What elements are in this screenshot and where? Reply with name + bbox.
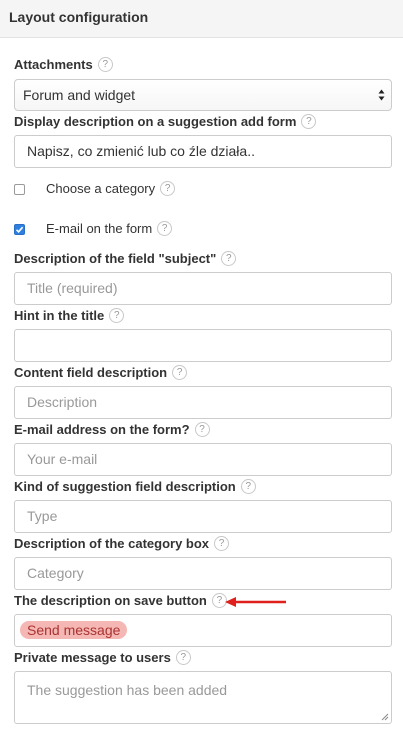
help-icon[interactable]: ? [301, 114, 317, 130]
category-box-input[interactable]: Category [14, 557, 392, 590]
annotation-arrow-icon [225, 597, 286, 607]
choose-category-label: Choose a category? [46, 181, 176, 197]
category-box-label: Description of the category box? [14, 536, 230, 552]
attachments-selected-value: Forum and widget [23, 87, 136, 103]
select-arrows-icon [378, 89, 385, 101]
display-description-input[interactable]: Napisz, co zmienić lub co źle działa.. [14, 135, 392, 168]
subject-description-label: Description of the field "subject"? [14, 251, 237, 267]
resize-handle-icon[interactable] [381, 713, 389, 721]
help-icon[interactable]: ? [157, 221, 173, 237]
help-icon[interactable]: ? [194, 422, 210, 438]
title-hint-input[interactable] [14, 329, 392, 362]
kind-description-label-text: Kind of suggestion field description [14, 479, 236, 494]
save-button-description-input[interactable]: Send message [14, 614, 392, 647]
panel-header: Layout configuration [0, 0, 403, 38]
email-address-label: E-mail address on the form?? [14, 422, 210, 438]
help-icon[interactable]: ? [97, 57, 113, 73]
subject-description-input[interactable]: Title (required) [14, 272, 392, 305]
save-button-description-label-text: The description on save button [14, 593, 207, 608]
choose-category-checkbox[interactable] [14, 184, 25, 195]
help-icon[interactable]: ? [221, 251, 237, 267]
private-message-placeholder: The suggestion has been added [27, 682, 228, 698]
private-message-label-text: Private message to users [14, 650, 171, 665]
attachments-label-text: Attachments [14, 57, 93, 72]
content-description-input[interactable]: Description [14, 386, 392, 419]
panel-title: Layout configuration [9, 9, 149, 25]
email-on-form-checkbox[interactable] [14, 224, 25, 235]
display-description-label-text: Display description on a suggestion add … [14, 114, 297, 129]
highlighted-placeholder: Send message [20, 621, 128, 639]
content-description-label: Content field description? [14, 365, 188, 381]
help-icon[interactable]: ? [240, 479, 256, 495]
email-on-form-label: E-mail on the form? [46, 221, 173, 237]
email-address-label-text: E-mail address on the form? [14, 422, 190, 437]
display-description-label: Display description on a suggestion add … [14, 114, 317, 130]
attachments-label: Attachments? [14, 57, 113, 73]
subject-description-label-text: Description of the field "subject" [14, 251, 217, 266]
email-address-input[interactable]: Your e-mail [14, 443, 392, 476]
help-icon[interactable]: ? [109, 308, 125, 324]
title-hint-label-text: Hint in the title [14, 308, 105, 323]
content-description-label-text: Content field description [14, 365, 168, 380]
checkmark-icon [15, 226, 24, 233]
category-box-label-text: Description of the category box [14, 536, 210, 551]
help-icon[interactable]: ? [214, 536, 230, 552]
help-icon[interactable]: ? [160, 181, 176, 197]
kind-description-label: Kind of suggestion field description? [14, 479, 256, 495]
private-message-label: Private message to users? [14, 650, 191, 666]
private-message-textarea[interactable]: The suggestion has been added [14, 671, 392, 724]
choose-category-label-text: Choose a category [46, 181, 156, 196]
email-on-form-label-text: E-mail on the form [46, 221, 153, 236]
help-icon[interactable]: ? [172, 365, 188, 381]
help-icon[interactable]: ? [175, 650, 191, 666]
kind-description-input[interactable]: Type [14, 500, 392, 533]
title-hint-label: Hint in the title? [14, 308, 125, 324]
save-button-description-label: The description on save button? [14, 593, 227, 609]
attachments-select[interactable]: Forum and widget [14, 79, 392, 111]
